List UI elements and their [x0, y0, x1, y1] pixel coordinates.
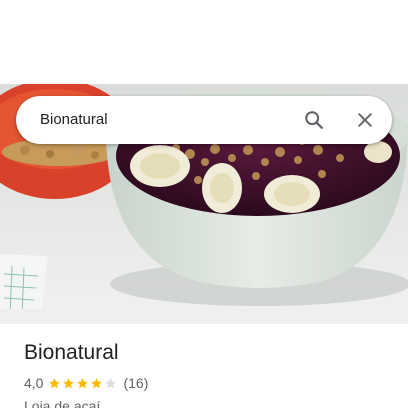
- rating-row[interactable]: 4,0 (16): [24, 373, 394, 393]
- maps-place-screen: Bionatural Bionatural 4,0 (16) Loja de a…: [0, 0, 408, 408]
- search-input[interactable]: Bionatural: [40, 96, 108, 144]
- search-icon: [305, 111, 323, 129]
- star-icon: [91, 377, 103, 388]
- star-icon: [77, 377, 89, 388]
- close-button[interactable]: [345, 100, 385, 140]
- close-icon: [358, 113, 372, 127]
- place-category[interactable]: Loja de açaí: [24, 397, 394, 408]
- search-button[interactable]: [294, 100, 334, 140]
- rating-value: 4,0: [24, 375, 44, 391]
- star-icon: [49, 377, 61, 388]
- place-details[interactable]: Bionatural 4,0 (16) Loja de açaí: [24, 338, 394, 408]
- review-count[interactable]: (16): [123, 375, 148, 391]
- star-icon: [63, 377, 75, 388]
- star-rating: [48, 377, 118, 390]
- place-title: Bionatural: [24, 341, 119, 364]
- star-icon: [105, 377, 117, 388]
- search-bar[interactable]: Bionatural: [16, 96, 392, 144]
